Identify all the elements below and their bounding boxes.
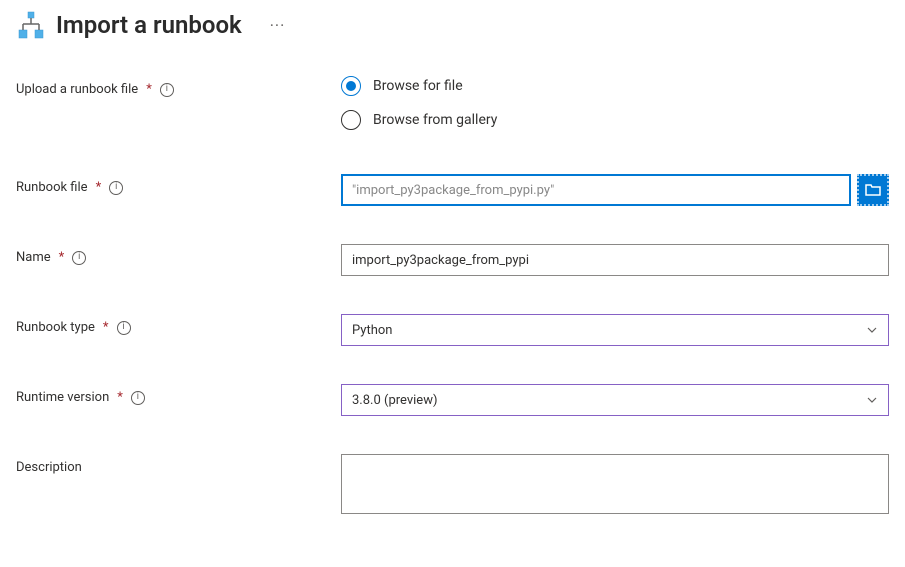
more-actions-button[interactable]: ···: [270, 16, 286, 35]
required-indicator: *: [117, 390, 123, 405]
runbook-hierarchy-icon: [16, 10, 46, 40]
info-icon[interactable]: i: [131, 391, 145, 405]
required-indicator: *: [96, 180, 102, 195]
upload-label-group: Upload a runbook file * i: [16, 76, 341, 97]
field-description: Description: [16, 454, 889, 518]
radio-icon: [341, 76, 361, 96]
radio-label: Browse for file: [373, 78, 463, 94]
runbook-type-label-group: Runbook type * i: [16, 314, 341, 335]
name-label-group: Name * i: [16, 244, 341, 265]
radio-browse-from-gallery[interactable]: Browse from gallery: [341, 110, 889, 130]
description-label: Description: [16, 460, 82, 475]
upload-label: Upload a runbook file: [16, 82, 138, 97]
runbook-file-label-group: Runbook file * i: [16, 174, 341, 195]
info-icon[interactable]: i: [117, 321, 131, 335]
field-runtime-version: Runtime version * i 3.8.0 (preview): [16, 384, 889, 416]
field-runbook-type: Runbook type * i Python: [16, 314, 889, 346]
folder-icon: [865, 183, 881, 197]
runtime-version-label: Runtime version: [16, 390, 109, 405]
field-upload-runbook-file: Upload a runbook file * i Browse for fil…: [16, 76, 889, 130]
chevron-down-icon: [866, 324, 878, 336]
page-header: Import a runbook ···: [16, 10, 889, 40]
runtime-version-label-group: Runtime version * i: [16, 384, 341, 405]
name-input[interactable]: [341, 244, 889, 276]
name-label: Name: [16, 250, 51, 265]
runbook-file-path-display[interactable]: "import_py3package_from_pypi.py": [341, 174, 851, 206]
runbook-type-select[interactable]: Python: [341, 314, 889, 346]
required-indicator: *: [59, 250, 65, 265]
required-indicator: *: [146, 82, 152, 97]
runbook-type-value: Python: [352, 323, 392, 338]
page-title: Import a runbook: [56, 11, 242, 39]
upload-radio-group: Browse for file Browse from gallery: [341, 76, 889, 130]
info-icon[interactable]: i: [160, 83, 174, 97]
info-icon[interactable]: i: [72, 251, 86, 265]
required-indicator: *: [103, 320, 109, 335]
runbook-type-label: Runbook type: [16, 320, 95, 335]
info-icon[interactable]: i: [109, 181, 123, 195]
chevron-down-icon: [866, 394, 878, 406]
field-name: Name * i: [16, 244, 889, 276]
runtime-version-select[interactable]: 3.8.0 (preview): [341, 384, 889, 416]
radio-icon: [341, 110, 361, 130]
radio-label: Browse from gallery: [373, 112, 497, 128]
description-textarea[interactable]: [341, 454, 889, 514]
field-runbook-file: Runbook file * i "import_py3package_from…: [16, 174, 889, 206]
radio-browse-for-file[interactable]: Browse for file: [341, 76, 889, 96]
description-label-group: Description: [16, 454, 341, 475]
browse-file-button[interactable]: [857, 174, 889, 206]
runtime-version-value: 3.8.0 (preview): [352, 393, 438, 408]
runbook-file-label: Runbook file: [16, 180, 88, 195]
